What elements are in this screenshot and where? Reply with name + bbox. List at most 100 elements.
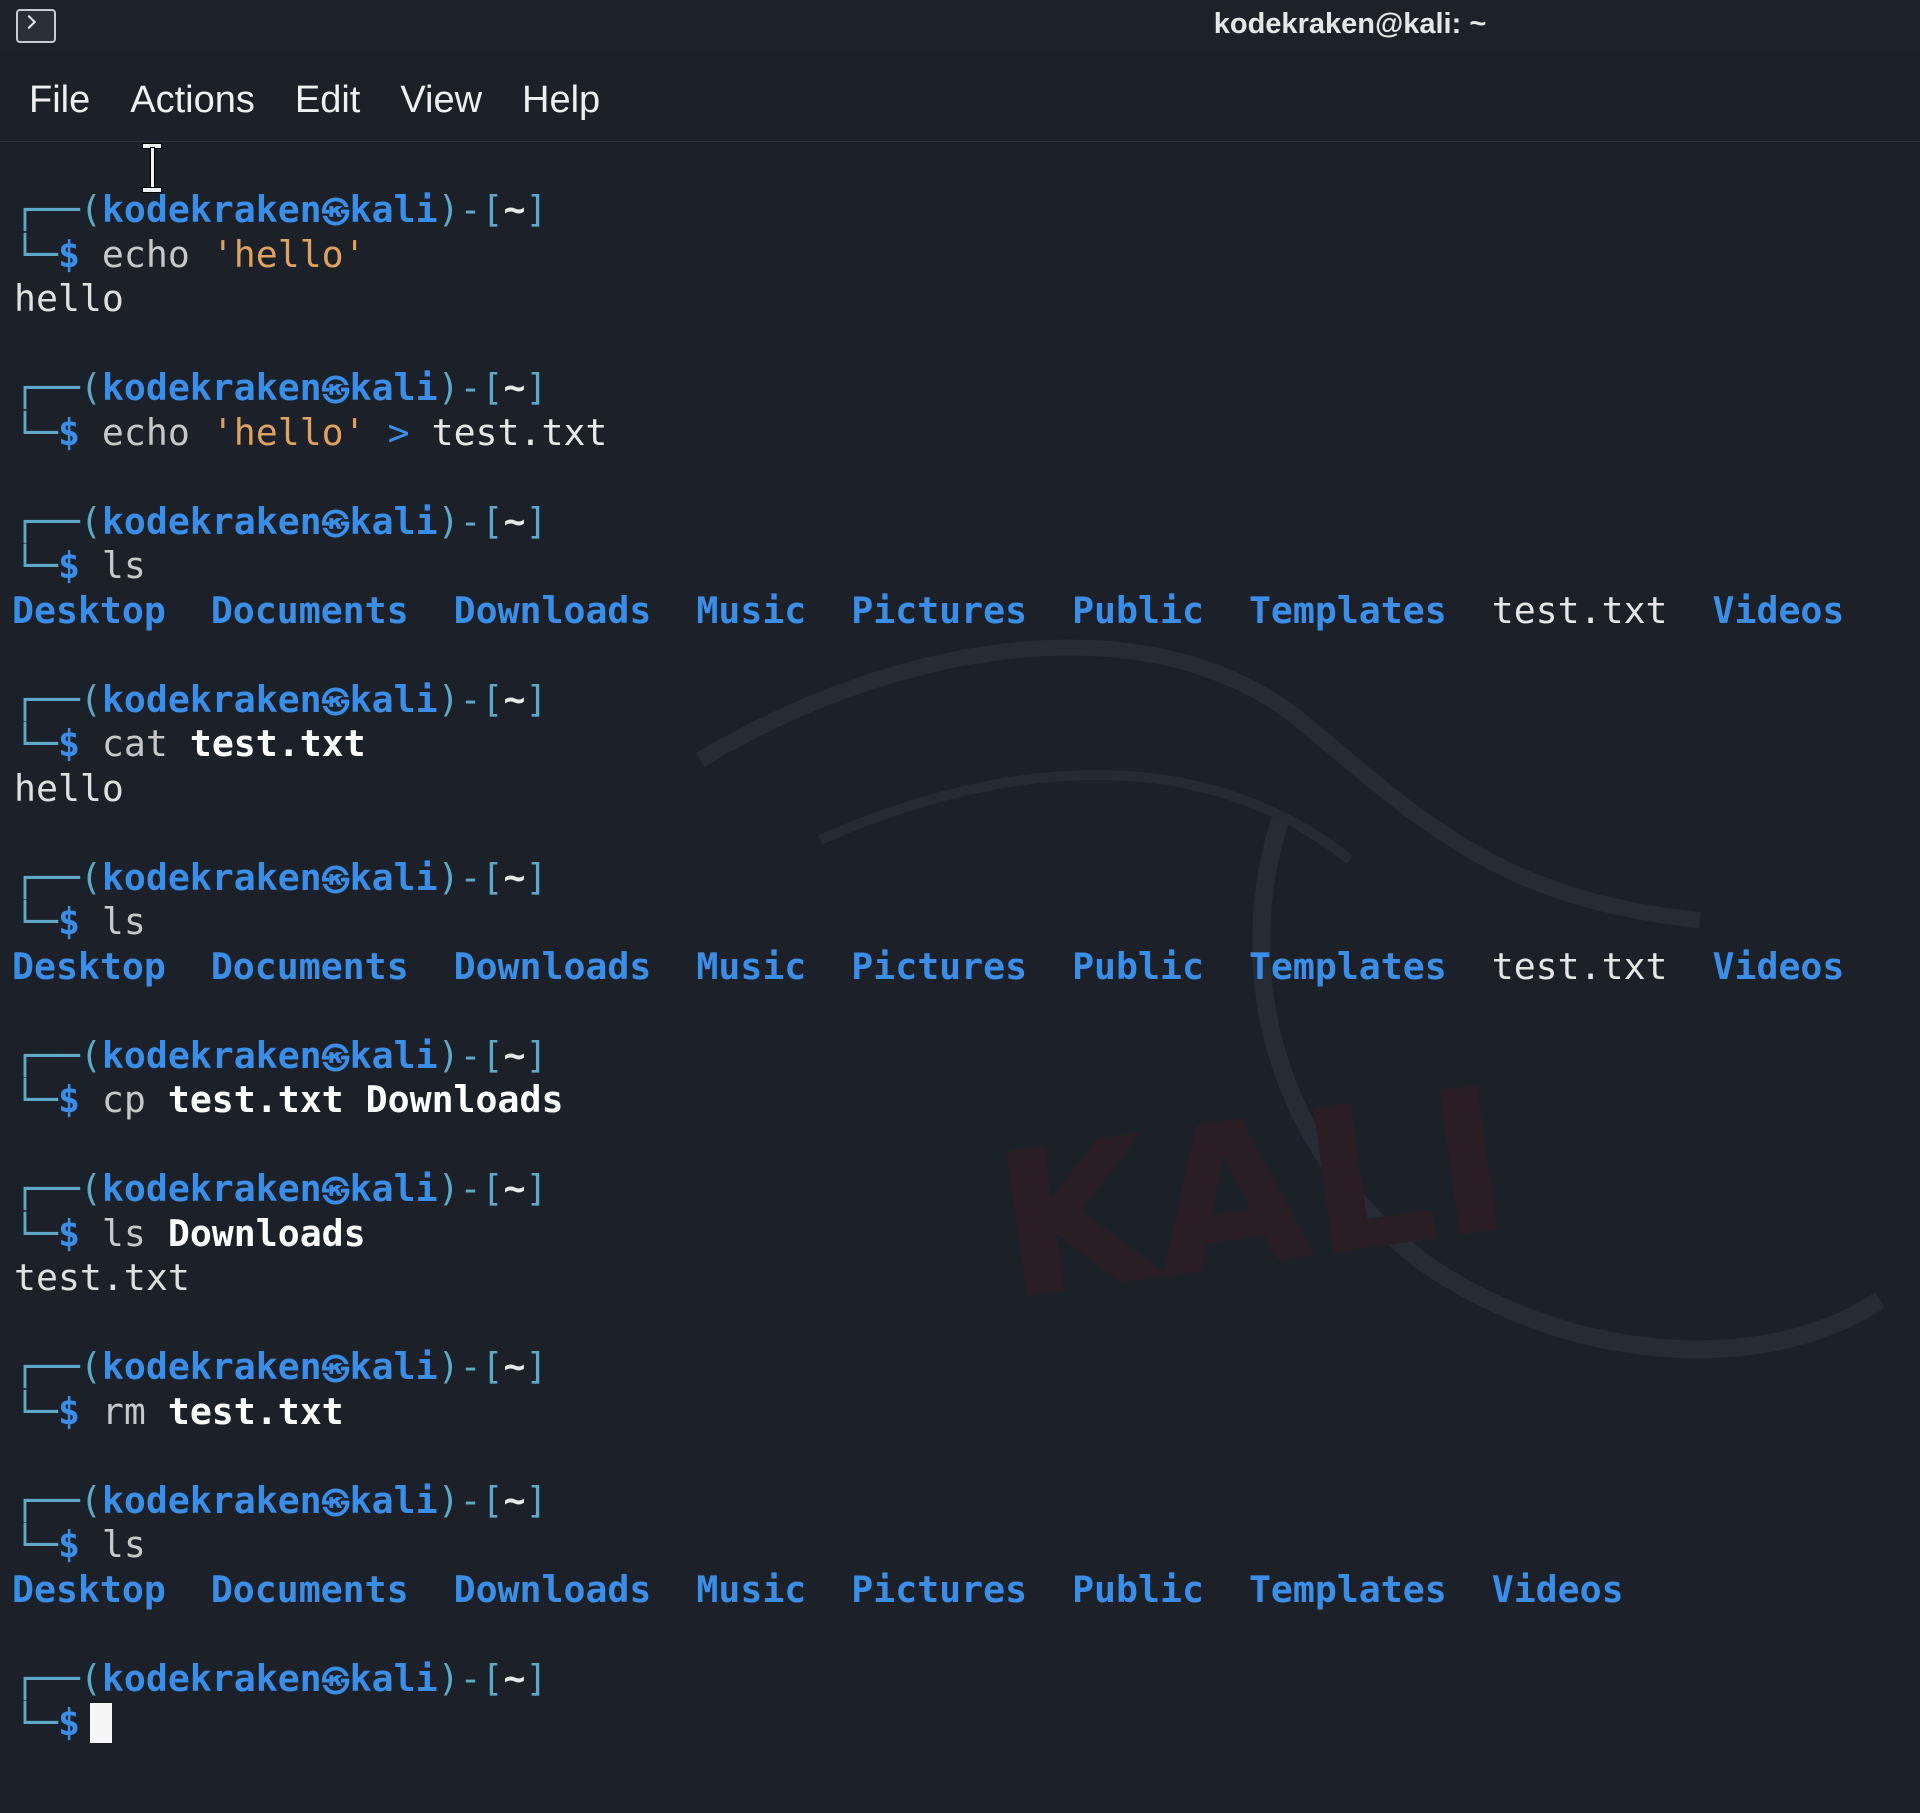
command-arg: 'hello' xyxy=(211,232,366,276)
prompt-frame: └─ xyxy=(14,900,58,943)
command-block: ┌──(kodekraken㉿kali)-[~] └─$ echo 'hello'… xyxy=(14,188,1904,322)
prompt-frame: )-[ xyxy=(437,188,504,231)
prompt-dir: ~ xyxy=(503,1478,526,1522)
prompt-header: ┌──(kodekraken㉿kali)-[~] xyxy=(14,1479,1904,1524)
prompt-dollar: $ xyxy=(57,1211,80,1255)
command-line: └─$ ls xyxy=(14,1523,1904,1568)
directory-entry: Pictures xyxy=(851,1567,1028,1611)
file-entry: test.txt xyxy=(1491,944,1668,988)
terminal-cursor xyxy=(89,1703,112,1743)
prompt-frame: )-[ xyxy=(437,1345,504,1388)
title-bar: kodekraken@kali: ~ xyxy=(0,0,1920,52)
directory-entry: Desktop xyxy=(12,1567,166,1611)
prompt-user: kodekraken xyxy=(101,677,322,721)
prompt-host: kali xyxy=(349,1033,438,1077)
window-title: kodekraken@kali: ~ xyxy=(1213,8,1487,40)
command-name: ls xyxy=(101,1523,146,1566)
prompt-frame: ┌──( xyxy=(14,1345,102,1388)
command-block: ┌──(kodekraken㉿kali)-[~] └─$ ls Downloads… xyxy=(14,1167,1904,1301)
prompt-user: kodekraken xyxy=(101,188,322,231)
prompt-frame: )-[ xyxy=(437,366,504,409)
directory-entry: Documents xyxy=(210,588,409,632)
command-name: cat xyxy=(101,722,168,765)
prompt-dir: ~ xyxy=(503,1345,526,1388)
prompt-frame: ] xyxy=(525,188,548,231)
terminal-output[interactable]: ┌──(kodekraken㉿kali)-[~] └─$ echo 'hello'… xyxy=(12,188,1904,1788)
prompt-dir: ~ xyxy=(503,499,526,543)
prompt-frame: ┌──( xyxy=(14,1033,102,1077)
prompt-frame: )-[ xyxy=(437,677,504,721)
prompt-frame: └─ xyxy=(14,1523,58,1566)
prompt-dollar: $ xyxy=(57,1389,80,1433)
command-block: ┌──(kodekraken㉿kali)-[~] └─$ cat test.txt… xyxy=(14,678,1904,812)
prompt-dollar: $ xyxy=(57,1078,80,1121)
command-arg: Downloads xyxy=(365,1078,564,1121)
command-block: ┌──(kodekraken㉿kali)-[~] └─$ xyxy=(14,1657,1904,1746)
menu-file[interactable]: File xyxy=(16,75,103,126)
prompt-header: ┌──(kodekraken㉿kali)-[~] xyxy=(14,500,1904,545)
prompt-dir: ~ xyxy=(503,366,526,409)
prompt-header: ┌──(kodekraken㉿kali)-[~] xyxy=(14,1657,1904,1702)
command-line: └─$ cat test.txt xyxy=(14,722,1904,767)
command-arg: test.txt xyxy=(431,410,608,454)
prompt-header: ┌──(kodekraken㉿kali)-[~] xyxy=(14,678,1904,723)
prompt-dir: ~ xyxy=(503,1656,526,1700)
prompt-user: kodekraken xyxy=(101,499,322,543)
prompt-at-symbol: ㉿ xyxy=(321,1175,350,1208)
prompt-frame: ┌──( xyxy=(14,677,102,721)
prompt-at-symbol: ㉿ xyxy=(321,685,350,719)
prompt-at-symbol: ㉿ xyxy=(321,374,350,407)
prompt-user: kodekraken xyxy=(101,855,322,899)
command-name: cp xyxy=(101,1078,146,1121)
prompt-at-symbol: ㉿ xyxy=(321,1041,350,1075)
prompt-frame: └─ xyxy=(14,544,58,587)
menu-view[interactable]: View xyxy=(387,75,495,126)
command-name: ls xyxy=(101,1211,146,1255)
menu-help[interactable]: Help xyxy=(509,75,613,126)
terminal-window: KALI kodekraken@kali: ~ File Actions Edi… xyxy=(0,0,1920,1813)
command-block: ┌──(kodekraken㉿kali)-[~] └─$ ls Desktop Doc… xyxy=(12,500,1904,634)
prompt-at-symbol: ㉿ xyxy=(321,1664,350,1698)
prompt-user: kodekraken xyxy=(101,1656,322,1700)
directory-entry: Videos xyxy=(1712,944,1845,988)
prompt-dir: ~ xyxy=(503,1033,526,1077)
command-block: ┌──(kodekraken㉿kali)-[~] └─$ rm test.txt xyxy=(14,1345,1904,1434)
output-line: hello xyxy=(14,277,1904,322)
directory-entry: Downloads xyxy=(453,588,652,632)
command-arg: test.txt xyxy=(167,1078,344,1121)
command-block: ┌──(kodekraken㉿kali)-[~] └─$ cp test.txt … xyxy=(14,1034,1904,1123)
command-line: └─$ ls xyxy=(14,544,1904,589)
prompt-frame: └─ xyxy=(14,232,58,276)
prompt-host: kali xyxy=(349,1656,438,1700)
menu-edit[interactable]: Edit xyxy=(282,75,373,126)
prompt-frame: └─ xyxy=(14,1078,58,1121)
command-arg: 'hello' xyxy=(211,410,366,454)
prompt-frame: ┌──( xyxy=(14,1656,102,1700)
directory-entry: Templates xyxy=(1248,944,1447,988)
command-name: ls xyxy=(101,900,146,943)
directory-entry: Templates xyxy=(1248,1567,1447,1611)
menu-actions[interactable]: Actions xyxy=(117,75,268,126)
prompt-frame: ] xyxy=(525,1167,548,1210)
command-line: └─$ xyxy=(14,1701,1904,1746)
directory-entry: Downloads xyxy=(453,944,652,988)
prompt-frame: ] xyxy=(525,499,548,543)
prompt-frame: ] xyxy=(525,366,548,409)
prompt-header: ┌──(kodekraken㉿kali)-[~] xyxy=(14,188,1904,233)
prompt-host: kali xyxy=(349,1478,438,1522)
prompt-frame: ] xyxy=(525,1033,548,1077)
command-line: └─$ ls Downloads xyxy=(14,1212,1904,1257)
menu-bar: File Actions Edit View Help xyxy=(0,60,1920,142)
prompt-header: ┌──(kodekraken㉿kali)-[~] xyxy=(14,1167,1904,1212)
command-block: ┌──(kodekraken㉿kali)-[~] └─$ ls Desktop Doc… xyxy=(12,1479,1904,1613)
output-text: hello xyxy=(14,766,124,810)
command-name: echo xyxy=(101,410,190,454)
directory-entry: Documents xyxy=(210,944,409,988)
prompt-frame: )-[ xyxy=(437,855,504,899)
prompt-dollar: $ xyxy=(57,410,80,454)
prompt-host: kali xyxy=(349,855,438,899)
